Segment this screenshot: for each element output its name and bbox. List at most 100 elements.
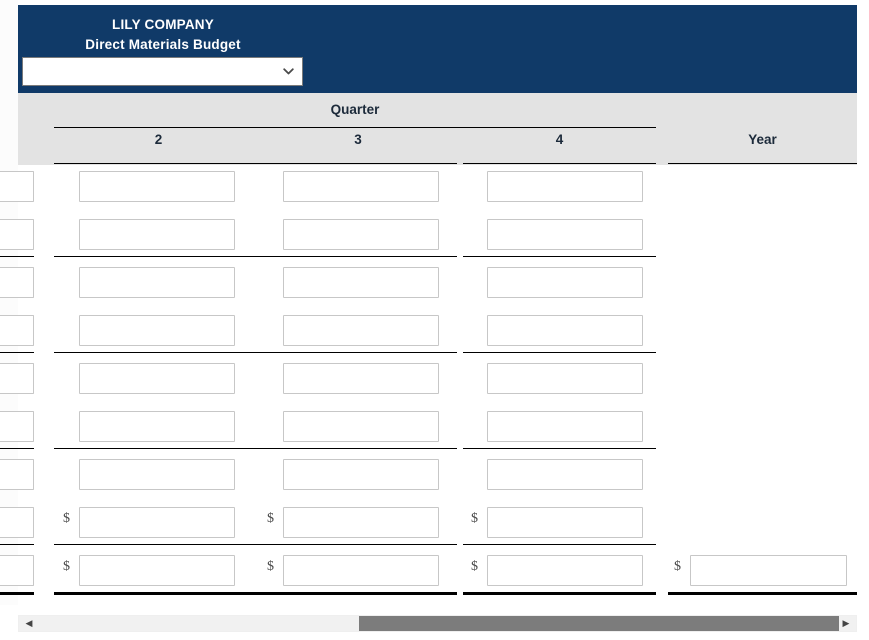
subtotal-rule bbox=[54, 352, 263, 353]
clipped-input-stub[interactable] bbox=[0, 555, 34, 586]
cell-q2: $ bbox=[63, 507, 235, 538]
total-rule bbox=[463, 592, 656, 595]
quarter-group-header: Quarter bbox=[330, 102, 380, 117]
amount-input-q2[interactable] bbox=[79, 459, 235, 490]
cell-q4 bbox=[487, 267, 643, 298]
cell-q3 bbox=[283, 219, 439, 250]
amount-input-q4[interactable] bbox=[487, 363, 643, 394]
subtotal-rule bbox=[259, 352, 457, 353]
amount-input-q3[interactable] bbox=[283, 171, 439, 202]
subtotal-rule bbox=[463, 256, 656, 257]
amount-input-q3[interactable] bbox=[283, 219, 439, 250]
subtotal-rule bbox=[463, 352, 656, 353]
cell-q2 bbox=[79, 411, 235, 442]
cell-q3: $ bbox=[267, 555, 439, 586]
horizontal-scrollbar[interactable]: ◀ ▶ bbox=[18, 615, 857, 632]
amount-input-q2[interactable] bbox=[79, 267, 235, 298]
cell-year: $ bbox=[674, 555, 847, 586]
amount-input-year[interactable] bbox=[690, 555, 847, 586]
subtotal-rule bbox=[54, 448, 263, 449]
report-title: Direct Materials Budget bbox=[85, 37, 241, 52]
cell-q4: $ bbox=[471, 555, 643, 586]
total-rule bbox=[259, 592, 457, 595]
company-name: LILY COMPANY bbox=[112, 17, 214, 32]
column-header-q2: 2 bbox=[154, 132, 163, 147]
amount-input-q4[interactable] bbox=[487, 171, 643, 202]
cell-q2: $ bbox=[63, 555, 235, 586]
table-row bbox=[0, 405, 857, 453]
cell-q2 bbox=[79, 267, 235, 298]
scrollbar-thumb[interactable] bbox=[359, 616, 839, 631]
amount-input-q4[interactable] bbox=[487, 507, 643, 538]
total-rule bbox=[668, 592, 857, 595]
amount-input-q3[interactable] bbox=[283, 411, 439, 442]
subtotal-rule bbox=[259, 448, 457, 449]
table-header: Quarter 2 3 4 Year bbox=[18, 93, 857, 165]
cell-q2 bbox=[79, 363, 235, 394]
amount-input-q4[interactable] bbox=[487, 411, 643, 442]
column-header-rule-q2 bbox=[54, 163, 263, 164]
table-row: $ $ $ bbox=[0, 501, 857, 549]
amount-input-q3[interactable] bbox=[283, 555, 439, 586]
clipped-input-stub[interactable] bbox=[0, 219, 34, 250]
currency-symbol: $ bbox=[267, 559, 274, 574]
table-row bbox=[0, 309, 857, 357]
amount-input-q3[interactable] bbox=[283, 315, 439, 346]
cell-q4 bbox=[487, 411, 643, 442]
clipped-input-stub[interactable] bbox=[0, 363, 34, 394]
clipped-input-stub[interactable] bbox=[0, 171, 34, 202]
quarter-group-rule bbox=[54, 127, 656, 128]
clipped-input-stub[interactable] bbox=[0, 411, 34, 442]
cell-q2 bbox=[79, 315, 235, 346]
horizontal-scroll-strip: ◀ ▶ bbox=[0, 605, 869, 640]
clipped-input-stub[interactable] bbox=[0, 267, 34, 298]
clipped-column-rule bbox=[0, 256, 34, 257]
table-row bbox=[0, 213, 857, 261]
scroll-right-arrow-icon[interactable]: ▶ bbox=[838, 616, 854, 631]
cell-q2 bbox=[79, 219, 235, 250]
cell-q3 bbox=[283, 315, 439, 346]
cell-q3 bbox=[283, 411, 439, 442]
amount-input-q2[interactable] bbox=[79, 411, 235, 442]
amount-input-q2[interactable] bbox=[79, 507, 235, 538]
page-right-gutter bbox=[857, 0, 869, 605]
amount-input-q2[interactable] bbox=[79, 363, 235, 394]
clipped-column-rule bbox=[0, 352, 34, 353]
amount-input-q2[interactable] bbox=[79, 315, 235, 346]
amount-input-q4[interactable] bbox=[487, 219, 643, 250]
currency-symbol: $ bbox=[674, 559, 681, 574]
table-row bbox=[0, 357, 857, 405]
column-header-q4: 4 bbox=[555, 132, 564, 147]
amount-input-q4[interactable] bbox=[487, 459, 643, 490]
amount-input-q3[interactable] bbox=[283, 507, 439, 538]
subtotal-rule bbox=[259, 256, 457, 257]
clipped-input-stub[interactable] bbox=[0, 507, 34, 538]
cell-q2 bbox=[79, 171, 235, 202]
scroll-left-arrow-icon[interactable]: ◀ bbox=[21, 616, 37, 631]
clipped-input-stub[interactable] bbox=[0, 459, 34, 490]
amount-input-q4[interactable] bbox=[487, 267, 643, 298]
clipped-column-rule bbox=[0, 544, 34, 545]
clipped-input-stub[interactable] bbox=[0, 315, 34, 346]
column-header-rule-year bbox=[668, 163, 857, 164]
cell-q2 bbox=[79, 459, 235, 490]
amount-input-q3[interactable] bbox=[283, 459, 439, 490]
amount-input-q3[interactable] bbox=[283, 267, 439, 298]
cell-q3 bbox=[283, 267, 439, 298]
currency-symbol: $ bbox=[63, 559, 70, 574]
amount-input-q2[interactable] bbox=[79, 555, 235, 586]
currency-symbol: $ bbox=[63, 511, 70, 526]
clipped-column-rule bbox=[0, 448, 34, 449]
table-body: $ $ $ $ $ $ $ bbox=[0, 165, 857, 603]
table-row bbox=[0, 261, 857, 309]
amount-input-q2[interactable] bbox=[79, 171, 235, 202]
currency-symbol: $ bbox=[267, 511, 274, 526]
amount-input-q4[interactable] bbox=[487, 315, 643, 346]
amount-input-q3[interactable] bbox=[283, 363, 439, 394]
subtotal-rule bbox=[54, 256, 263, 257]
period-select[interactable] bbox=[22, 57, 303, 86]
amount-input-q4[interactable] bbox=[487, 555, 643, 586]
amount-input-q2[interactable] bbox=[79, 219, 235, 250]
cell-q4 bbox=[487, 171, 643, 202]
cell-q3: $ bbox=[267, 507, 439, 538]
